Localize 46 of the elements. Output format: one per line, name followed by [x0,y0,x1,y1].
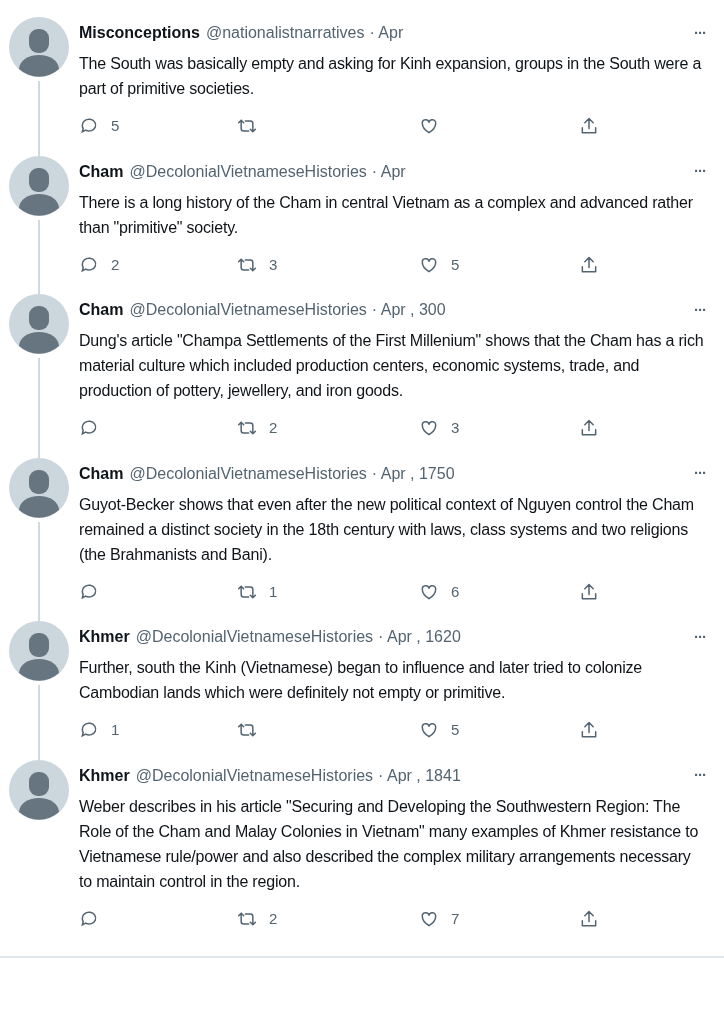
more-button[interactable]: ··· [694,462,706,485]
count: 2 [269,908,278,929]
author-name[interactable]: Khmer [79,763,130,788]
more-button[interactable]: ··· [694,625,706,649]
author-name[interactable]: Cham [79,298,124,322]
share-icon[interactable] [579,581,599,602]
tweet-time: · Apr , 1750 [371,463,455,484]
author-handle[interactable]: @nationalistnarratives [205,21,365,45]
count: 5 [451,720,460,740]
more-button[interactable]: ··· [694,764,706,787]
author-handle[interactable]: @DecolonialVietnameseHistories [135,763,374,788]
count: 6 [451,581,460,602]
tweet-time: · Apr , 300 [371,300,446,320]
avatar-icon [8,17,69,77]
tweet-text: Further, south the Kinh (Vietnamese) began to influence and later tried to colonize Cambodian lands which were definitely not empty or primitive. [79,658,644,703]
share-icon[interactable] [579,908,599,929]
author-handle[interactable]: @DecolonialVietnameseHistories [129,298,367,322]
tweet-time: · Apr , 1841 [378,765,461,786]
tweet-time: · Apr [371,161,406,182]
author-name[interactable]: Misconceptions [79,21,200,45]
author-name[interactable]: Cham [79,461,124,486]
tweet-text: Guyot-Becker shows that even after the new political context of Nguyen control the Cham remained a distinct society in the 18th century with laws, class systems and two religions (the Brahmanists and Bani). [79,494,695,565]
author-handle[interactable]: @DecolonialVietnameseHistories [129,461,367,486]
count: 3 [269,254,278,275]
count: 3 [451,418,460,438]
count: 7 [451,908,460,929]
count: 2 [269,418,278,438]
share-icon[interactable] [579,254,599,275]
count: 5 [451,254,460,275]
author-handle[interactable]: @DecolonialVietnameseHistories [135,625,374,649]
count: 1 [111,720,120,740]
tweet-text: The South was basically empty and asking for Kinh expansion, groups in the South were a part of primitive societies. [79,54,703,99]
count: 5 [111,116,120,136]
tweet-text: Dung's article "Champa Settlements of the First Millenium" shows that the Cham has a rich material culture which included production centers, economic systems, trade, and production of pottery, jewellery, and iron goods. [79,331,705,401]
more-button[interactable]: ··· [694,21,706,45]
author-handle[interactable]: @DecolonialVietnameseHistories [129,159,367,184]
author-name[interactable]: Cham [79,159,124,184]
tweet-text: There is a long history of the Cham in central Vietnam as a complex and advanced rather than "primitive" society. [79,192,694,238]
more-button[interactable]: ··· [694,160,706,183]
count: 1 [269,581,278,602]
more-button[interactable]: ··· [694,298,706,322]
author-name[interactable]: Khmer [79,625,130,649]
count: 2 [111,254,120,275]
tweet-text: Weber describes in his article "Securing and Developing the Southwestern Region: The Role of the Cham and Malay Colonies in Vietnam" many examples of Khmer resistance to Vietnamese rule/power and also described the complex military arrangements necessary to maintain control in the region. [79,796,700,892]
tweet-time: · Apr [369,23,404,43]
tweet-time: · Apr , 1620 [378,627,461,647]
